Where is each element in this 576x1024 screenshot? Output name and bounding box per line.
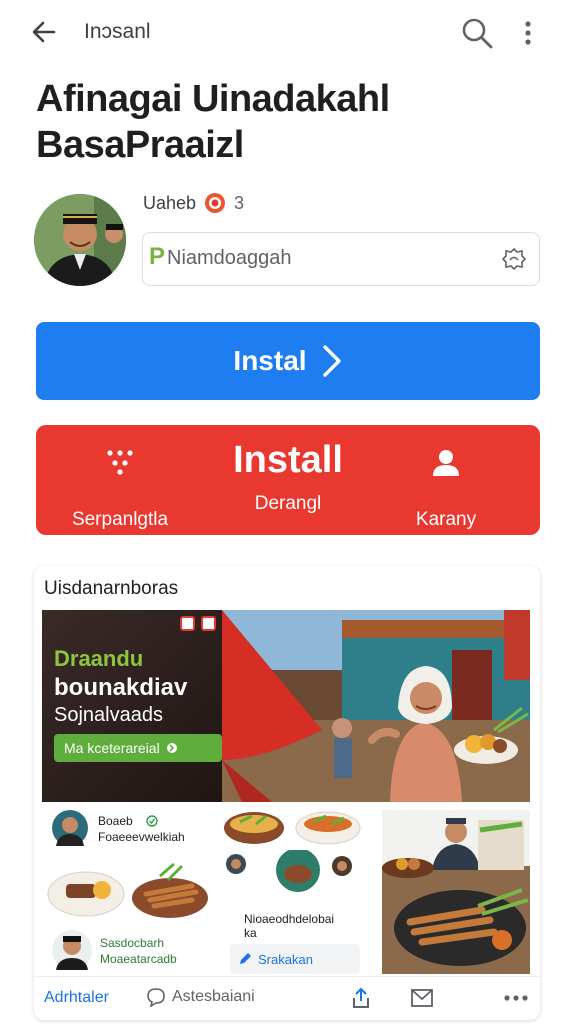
tile-2-caption-2: ka: [244, 926, 257, 940]
tile-avatar: [52, 810, 88, 846]
instal-button[interactable]: Instal: [36, 322, 540, 400]
check-icon: [146, 815, 158, 827]
field-prefix: P: [149, 243, 166, 270]
tile-1-sub-2: Moaeatarcadb: [100, 952, 177, 966]
hero-pill-label: Ma kceterareial: [64, 740, 160, 756]
badge-outline-icon[interactable]: [501, 246, 527, 272]
instal-button-label: Instal: [233, 345, 307, 376]
chat-bubble-icon: [147, 988, 165, 1007]
tile-avatar-2: [52, 930, 92, 970]
more-horiz-icon[interactable]: [502, 989, 530, 1007]
card-title: Uisdanarnboras: [44, 578, 179, 599]
hero-corner-icons: [180, 616, 216, 631]
content-card: Uisdanarnboras Draandu bounakdiav Sojnal…: [34, 566, 540, 1020]
bottom-bar-chat-label: Astesbaiani: [172, 988, 255, 1005]
tile-1[interactable]: Boaeb Foaeeevwelkiah Sasdocbarh Moaeatar…: [42, 810, 214, 974]
back-arrow-icon[interactable]: [28, 16, 60, 48]
mail-icon[interactable]: [410, 987, 434, 1009]
person-icon: [433, 450, 459, 476]
avatar-photo: [34, 194, 126, 286]
field-value: Niamdoaggah: [167, 247, 292, 269]
app-icon-small: [201, 616, 216, 631]
pencil-icon: [240, 953, 251, 964]
tile-1-name: Boaeb: [98, 814, 133, 828]
developer-count: 3: [234, 192, 245, 213]
food-hand-image: [226, 850, 352, 892]
app-icon-small: [180, 616, 195, 631]
hero-line-3: Sojnalvaads: [54, 704, 163, 726]
red-middle-label: Derangl: [254, 493, 322, 514]
red-left-label: Serpanlgtla: [71, 509, 169, 530]
hero-line-1: Draandu: [54, 646, 144, 671]
tile-3[interactable]: [382, 810, 530, 974]
tile-1-name-2: Sasdocbarh: [100, 936, 165, 950]
food-platter-image: [382, 810, 530, 974]
circle-arrow-icon: [166, 743, 177, 753]
hero-banner[interactable]: Draandu bounakdiav Sojnalvaads Ma kceter…: [42, 610, 530, 802]
food-bowls-image: [224, 811, 361, 845]
tile-2-caption-1: Nioaeodhdelobai: [244, 912, 335, 926]
developer-avatar[interactable]: [34, 194, 126, 286]
hero-pill-button[interactable]: Ma kceterareial: [54, 734, 222, 762]
more-vert-icon[interactable]: [516, 18, 540, 48]
dots-grid-icon: [107, 450, 133, 475]
food-plates-image: [47, 862, 208, 918]
card-bottom-bar: Adrhtaler Astesbaiani: [34, 976, 540, 1020]
topbar-title: Inɔsanl: [84, 20, 151, 43]
tile-2-link-button[interactable]: Srakakan: [230, 944, 360, 974]
tile-2[interactable]: Nioaeodhdelobai ka Srakakan: [222, 810, 370, 974]
screenshot-tiles: Boaeb Foaeeevwelkiah Sasdocbarh Moaeatar…: [42, 810, 530, 974]
red-right-label: Karany: [415, 509, 477, 530]
verified-badge-icon: [205, 193, 226, 213]
chevron-right-icon: [322, 345, 341, 377]
developer-name[interactable]: Uaheb: [143, 193, 196, 214]
tile-1-sub: Foaeeevwelkiah: [98, 830, 185, 844]
hero-line-2: bounakdiav: [54, 674, 188, 701]
developer-row: Uaheb 3: [143, 192, 244, 214]
tile-2-link-label: Srakakan: [258, 951, 313, 967]
bottom-bar-chat[interactable]: Astesbaiani: [146, 987, 255, 1007]
install-button[interactable]: Install Serpanlgtla Derangl Karany: [36, 425, 540, 535]
top-app-bar: Inɔsanl: [0, 0, 576, 64]
share-icon[interactable]: [350, 987, 372, 1009]
app-title: Afinagai Uinadakahl BasaPraaizl: [36, 78, 390, 166]
search-icon[interactable]: [460, 16, 494, 50]
bottom-bar-first-link[interactable]: Adrhtaler: [44, 989, 109, 1007]
name-field[interactable]: P Niamdoaggah: [142, 232, 540, 286]
red-right-item[interactable]: Karany: [366, 445, 526, 531]
red-left-item[interactable]: Serpanlgtla: [40, 445, 200, 531]
